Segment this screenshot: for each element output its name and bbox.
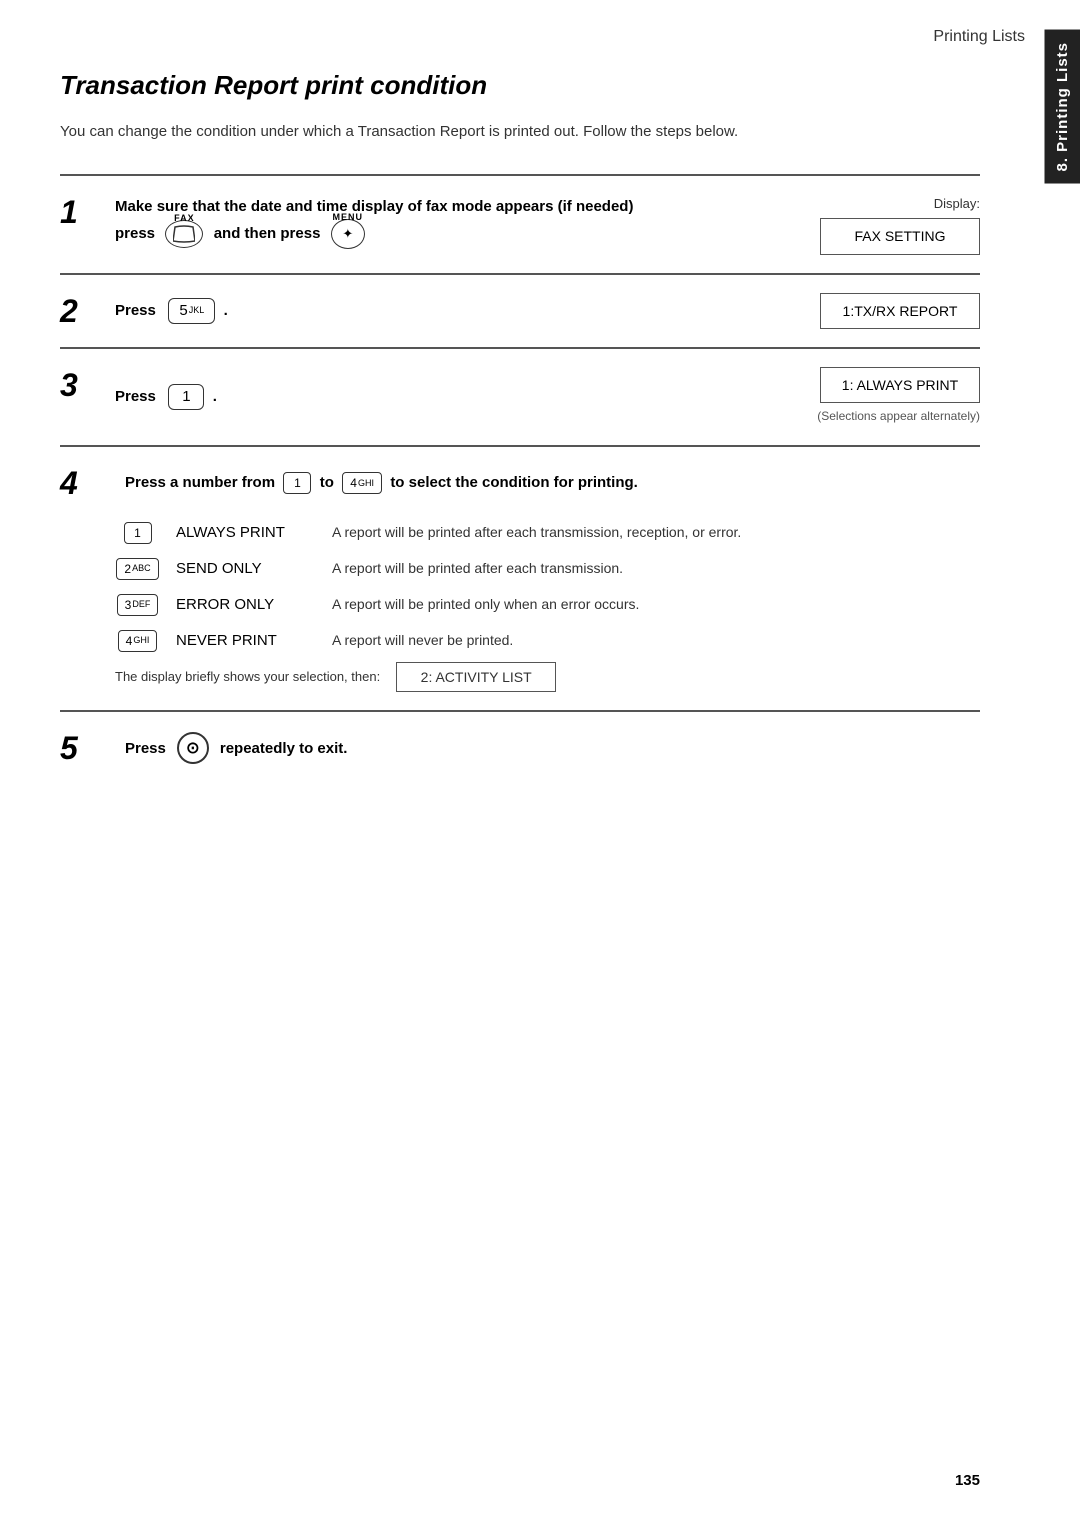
step-3-instruction: Press <box>115 388 156 405</box>
step-2-number: 2 <box>60 293 115 327</box>
printing-lists-label: Printing Lists <box>933 28 1025 46</box>
step-1-number: 1 <box>60 194 115 228</box>
step-2-key: 5JKL <box>168 298 215 324</box>
option-always-print: 1 ALWAYS PRINT A report will be printed … <box>115 522 980 544</box>
step-3-number: 3 <box>60 367 115 401</box>
menu-label: MENU <box>333 210 364 225</box>
page-number: 135 <box>955 1472 980 1489</box>
step-4-key-to: 4GHI <box>342 472 382 494</box>
step-1-display-label: Display: <box>760 194 980 215</box>
menu-key: MENU ✦ <box>331 219 365 249</box>
option-2-key: 2ABC <box>116 558 158 580</box>
option-1-key: 1 <box>124 522 152 544</box>
option-4-key: 4GHI <box>118 630 158 652</box>
step-1-press-text: press <box>115 225 163 242</box>
step-1: 1 Make sure that the date and time displ… <box>60 174 980 273</box>
step-3-key: 1 <box>168 384 204 410</box>
step-3: 3 Press 1 . 1: ALWAYS PRINT (Selections … <box>60 347 980 445</box>
step-5-press: Press <box>125 740 166 757</box>
step-3-selections-note: (Selections appear alternately) <box>760 407 980 426</box>
option-3-desc: A report will be printed only when an er… <box>332 594 980 615</box>
step-4-key-from: 1 <box>283 472 311 494</box>
option-3-key: 3DEF <box>117 594 159 616</box>
option-send-only: 2ABC SEND ONLY A report will be printed … <box>115 558 980 580</box>
step-5: 5 Press ⊙ repeatedly to exit. <box>60 710 980 785</box>
option-3-name: ERROR ONLY <box>176 594 316 613</box>
step-2-key-sub: JKL <box>189 306 205 315</box>
step-1-display: Display: FAX SETTING <box>760 194 980 255</box>
step-5-number: 5 <box>60 730 115 767</box>
option-2-desc: A report will be printed after each tran… <box>332 558 980 579</box>
fax-label: FAX <box>174 211 195 226</box>
option-never-print: 4GHI NEVER PRINT A report will never be … <box>115 630 980 652</box>
option-2-name: SEND ONLY <box>176 558 316 577</box>
intro-text: You can change the condition under which… <box>60 121 980 144</box>
options-grid: 1 ALWAYS PRINT A report will be printed … <box>115 522 980 652</box>
step-2-instruction: Press <box>115 302 156 319</box>
step-2: 2 Press 5JKL . 1:TX/RX REPORT <box>60 273 980 347</box>
step-1-and-then: and then press <box>210 225 329 242</box>
option-4-name: NEVER PRINT <box>176 630 316 649</box>
step-4-display-box: 2: ACTIVITY LIST <box>396 662 556 692</box>
option-4-desc: A report will never be printed. <box>332 630 980 651</box>
step-3-display-box: 1: ALWAYS PRINT <box>820 367 980 403</box>
stop-key: ⊙ <box>177 732 209 764</box>
fax-key: FAX <box>165 220 203 248</box>
step-4: 4 Press a number from 1 to 4GHI to selec… <box>60 445 980 710</box>
step-5-end: repeatedly to exit. <box>220 740 348 757</box>
option-1-name: ALWAYS PRINT <box>176 522 316 541</box>
page-title: Transaction Report print condition <box>60 70 980 101</box>
option-error-only: 3DEF ERROR ONLY A report will be printed… <box>115 594 980 616</box>
step-4-instruction: Press a number from 1 to 4GHI to select … <box>125 472 638 494</box>
option-1-desc: A report will be printed after each tran… <box>332 522 980 543</box>
step-5-body: Press ⊙ repeatedly to exit. <box>125 732 347 764</box>
step-4-number: 4 <box>60 465 115 502</box>
step-2-display-box: 1:TX/RX REPORT <box>820 293 980 329</box>
step-1-display-box: FAX SETTING <box>820 218 980 254</box>
step-4-display-note: The display briefly shows your selection… <box>115 662 980 692</box>
side-tab: 8. Printing Lists <box>1045 30 1080 184</box>
